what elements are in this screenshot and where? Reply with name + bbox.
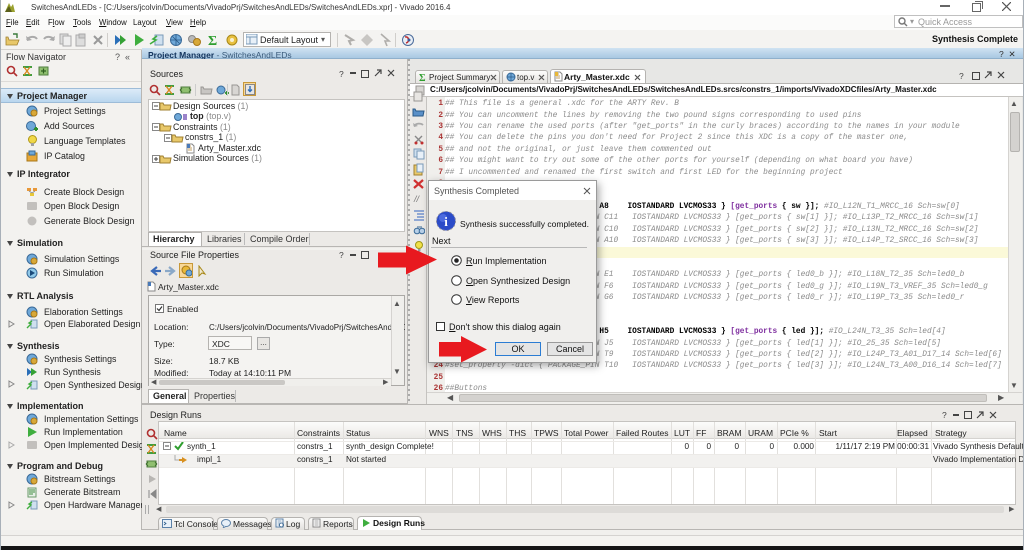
svg-text:Σ: Σ (208, 34, 217, 47)
svg-text:Σ: Σ (419, 73, 426, 82)
svg-text:i: i (444, 214, 448, 229)
